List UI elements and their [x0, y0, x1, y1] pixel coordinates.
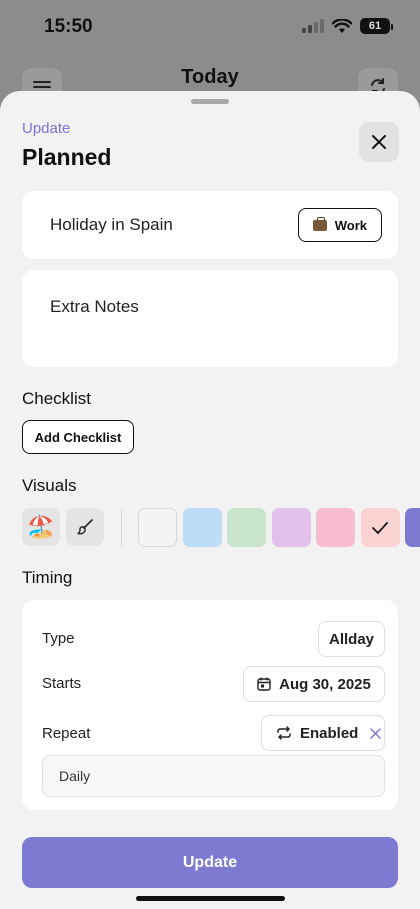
- repeat-label: Repeat: [42, 725, 91, 742]
- status-bar: 15:50 61: [0, 0, 420, 56]
- type-select[interactable]: Allday: [318, 621, 385, 657]
- visuals-divider: [121, 509, 122, 547]
- battery-icon: 61: [360, 18, 393, 34]
- sheet-title: Planned: [22, 144, 112, 170]
- update-sheet: Update Planned Holiday in Spain Work Ext…: [0, 91, 420, 909]
- repeat-icon: [277, 726, 291, 740]
- cellular-signal-icon: [302, 19, 324, 33]
- sheet-subtitle: Update: [22, 120, 71, 137]
- close-icon: [372, 135, 386, 149]
- battery-level: 61: [368, 20, 382, 32]
- home-indicator: [136, 896, 285, 901]
- color-swatch[interactable]: [138, 508, 177, 547]
- repeat-value: Enabled: [300, 724, 359, 742]
- notes-placeholder: Extra Notes: [50, 297, 139, 316]
- close-button[interactable]: [359, 122, 399, 162]
- starts-label: Starts: [42, 675, 82, 692]
- frequency-value: Daily: [59, 768, 91, 784]
- category-label: Work: [334, 217, 367, 233]
- visuals-heading: Visuals: [22, 476, 77, 495]
- update-button[interactable]: Update: [22, 837, 398, 888]
- timing-card: Type Allday Starts Aug 30, 2025 Repeat E…: [22, 600, 398, 810]
- paintbrush-icon: [77, 519, 93, 535]
- wifi-icon: [332, 18, 352, 33]
- type-value: Allday: [328, 630, 374, 648]
- color-swatch[interactable]: [182, 508, 222, 547]
- checkmark-icon: [372, 521, 388, 534]
- notes-field[interactable]: Extra Notes: [22, 270, 398, 367]
- briefcase-icon: [312, 216, 327, 231]
- status-icons: 61: [302, 18, 393, 34]
- start-date-button[interactable]: Aug 30, 2025: [243, 666, 385, 702]
- checklist-heading: Checklist: [22, 389, 91, 408]
- task-title-input[interactable]: Holiday in Spain: [50, 215, 173, 235]
- type-label: Type: [42, 630, 75, 647]
- emoji-icon: 🏖️: [27, 514, 55, 539]
- color-picker-button[interactable]: [66, 508, 104, 546]
- add-checklist-button[interactable]: Add Checklist: [22, 420, 134, 454]
- status-time: 15:50: [44, 16, 93, 37]
- calendar-icon: [257, 677, 271, 691]
- category-button[interactable]: Work: [297, 208, 382, 242]
- underlying-title: Today: [181, 66, 239, 88]
- clear-icon[interactable]: [370, 727, 382, 739]
- start-date-value: Aug 30, 2025: [279, 675, 371, 693]
- color-swatch[interactable]: [271, 508, 311, 547]
- repeat-button[interactable]: Enabled: [261, 715, 385, 751]
- sheet-grabber[interactable]: [191, 99, 229, 104]
- color-swatch[interactable]: [360, 508, 400, 547]
- timing-heading: Timing: [22, 568, 73, 587]
- frequency-field[interactable]: Daily: [42, 755, 385, 797]
- task-title-card: Holiday in Spain Work: [22, 191, 398, 259]
- color-swatch[interactable]: [227, 508, 266, 547]
- emoji-picker-button[interactable]: 🏖️: [22, 508, 60, 546]
- color-swatch[interactable]: [405, 508, 420, 547]
- color-swatch[interactable]: [316, 508, 355, 547]
